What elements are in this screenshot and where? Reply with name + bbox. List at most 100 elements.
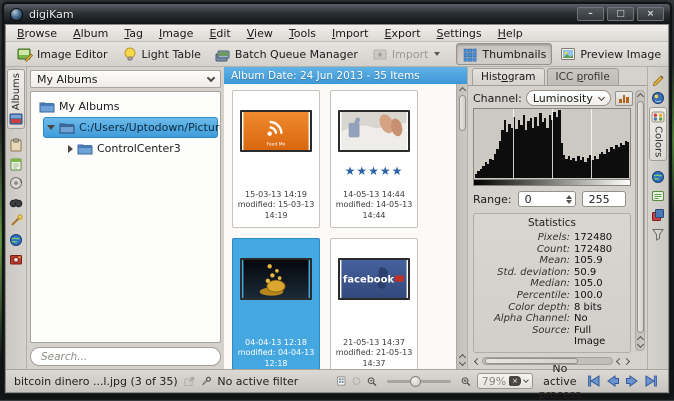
menu-edit[interactable]: Edit <box>202 26 237 41</box>
toolbar: Image Editor Light Table Batch Queue Man… <box>6 42 668 67</box>
scroll-left-icon[interactable] <box>615 358 622 365</box>
thumbnails-button[interactable]: Thumbnails <box>456 43 553 65</box>
scrollbar-thumb[interactable] <box>458 95 466 131</box>
right-panel-tabs: Histogram ICC profile <box>468 67 647 86</box>
menu-help[interactable]: Help <box>491 26 530 41</box>
maximize-button[interactable]: □ <box>607 7 634 21</box>
album-scrollbar[interactable] <box>456 84 467 369</box>
scroll-left-icon[interactable] <box>473 358 480 365</box>
menu-browse[interactable]: Browse <box>10 26 64 41</box>
channel-select[interactable]: Luminosity <box>525 90 611 106</box>
binoculars-icon[interactable] <box>9 195 23 209</box>
pencil-icon[interactable] <box>651 72 665 86</box>
collapsed-arrow-icon[interactable] <box>68 144 73 153</box>
folder-icon <box>39 102 55 113</box>
thumbnail-card-facebook[interactable]: facebook 21-05-13 14:37 modified: 21-05-… <box>330 238 418 369</box>
thumbnail-grid: Feed Me 15-03-13 14:19 modified: 15-03-1… <box>224 84 456 369</box>
thumbnail-card-rss[interactable]: Feed Me 15-03-13 14:19 modified: 15-03-1… <box>232 90 320 228</box>
luminosity-gradient-bar <box>473 180 631 187</box>
fit-window-icon[interactable] <box>352 375 361 387</box>
tab-histogram[interactable]: Histogram <box>472 68 545 86</box>
star-rating[interactable] <box>233 164 319 180</box>
star-rating[interactable] <box>233 312 319 328</box>
statistics-title: Statistics <box>528 217 576 230</box>
scroll-down-icon[interactable] <box>637 342 644 349</box>
menu-album[interactable]: Album <box>66 26 115 41</box>
versions-icon[interactable] <box>651 208 665 222</box>
star-rating[interactable]: ★★★★★ <box>331 164 417 180</box>
albums-tab-label: Albums <box>10 73 22 111</box>
globe-icon[interactable] <box>9 233 23 247</box>
zoom-slider-knob[interactable] <box>409 375 421 387</box>
search-input[interactable] <box>30 347 221 366</box>
scroll-up-icon[interactable] <box>637 92 644 99</box>
zoom-in-icon[interactable] <box>461 375 471 388</box>
menubar: Browse Album Tag Image Edit View Tools I… <box>6 25 668 42</box>
wand-icon[interactable] <box>9 214 23 228</box>
last-image-icon[interactable] <box>644 375 658 387</box>
album-view: Album Date: 24 Jun 2013 - 35 Items Feed … <box>224 67 468 369</box>
scroll-right-icon[interactable] <box>624 358 631 365</box>
calendar-icon[interactable] <box>9 157 23 171</box>
colors-tab-label: Colors <box>652 126 664 158</box>
import-button[interactable]: Import <box>366 43 447 65</box>
tree-item-my-albums[interactable]: My Albums <box>33 96 218 117</box>
range-max-spinbox[interactable]: 255 <box>581 191 626 208</box>
first-image-icon[interactable] <box>587 375 601 387</box>
titlebar[interactable]: digiKam – □ × <box>4 4 670 24</box>
zoom-slider[interactable] <box>386 375 452 387</box>
metadata-icon[interactable] <box>651 91 665 105</box>
menu-import[interactable]: Import <box>325 26 376 41</box>
menu-view[interactable]: View <box>240 26 280 41</box>
zoom-out-icon[interactable] <box>367 375 377 388</box>
close-button[interactable]: × <box>637 7 664 21</box>
right-panel-vscrollbar[interactable] <box>635 90 645 351</box>
light-table-button[interactable]: Light Table <box>116 43 207 65</box>
next-image-icon[interactable] <box>625 375 639 387</box>
tree-item-pictures[interactable]: C:/Users/Uptodown/Pictures <box>43 117 220 138</box>
thumbnails-icon <box>464 48 477 62</box>
minimize-button[interactable]: – <box>577 7 604 21</box>
star-rating[interactable] <box>331 312 417 328</box>
scrollbar-thumb[interactable] <box>485 358 578 364</box>
thumbnail-card-bitcoin-selected[interactable]: 04-04-13 12:18 modified: 04-04-13 12:18 <box>232 238 320 369</box>
selection-status: bitcoin dinero ...l.jpg (3 of 35) <box>14 374 178 388</box>
range-min-spinbox[interactable]: 0 <box>517 191 576 208</box>
scroll-down-icon[interactable] <box>459 360 466 367</box>
camera-icon[interactable] <box>9 252 23 266</box>
albums-panel-header[interactable]: My Albums <box>30 70 221 88</box>
menu-tools[interactable]: Tools <box>282 26 323 41</box>
share-icon[interactable] <box>184 375 195 388</box>
tab-colors[interactable]: Colors <box>649 107 667 162</box>
preview-image-button[interactable]: Preview Image <box>554 43 667 65</box>
scrollbar-thumb[interactable] <box>636 101 644 333</box>
menu-tag[interactable]: Tag <box>117 26 150 41</box>
expanded-arrow-icon[interactable] <box>47 125 55 130</box>
scroll-up-icon[interactable] <box>459 86 466 93</box>
clear-zoom-icon[interactable]: × <box>509 376 521 386</box>
log-scale-button[interactable] <box>614 90 633 106</box>
thumbnail-size-icon[interactable] <box>336 374 346 388</box>
filter-wrench-icon[interactable] <box>201 375 211 388</box>
caption-icon[interactable] <box>651 189 665 203</box>
clipboard-icon[interactable] <box>9 138 23 152</box>
tree-item-controlcenter3[interactable]: ControlCenter3 <box>65 138 218 159</box>
batch-queue-manager-button[interactable]: Batch Queue Manager <box>209 43 364 65</box>
spin-down-icon <box>565 199 572 204</box>
import-dropdown-caret <box>434 52 441 56</box>
tab-albums[interactable]: Albums <box>7 69 25 130</box>
menu-image[interactable]: Image <box>152 26 200 41</box>
filter-icon[interactable] <box>651 227 665 242</box>
thumbnail-card-feet[interactable]: ★★★★★ 14-05-13 14:44 modified: 14-05-13 … <box>330 90 418 228</box>
image-editor-icon <box>17 48 33 62</box>
image-editor-button[interactable]: Image Editor <box>11 43 114 65</box>
right-panel-hscrollbar[interactable] <box>473 357 631 365</box>
menu-export[interactable]: Export <box>378 26 428 41</box>
tab-icc-profile[interactable]: ICC profile <box>546 68 619 85</box>
histogram-display[interactable] <box>473 108 631 181</box>
previous-image-icon[interactable] <box>606 375 620 387</box>
globe-icon[interactable] <box>651 170 665 184</box>
menu-settings[interactable]: Settings <box>430 26 489 41</box>
disc-icon[interactable] <box>9 176 23 190</box>
zoom-percent-combo[interactable]: 79% × <box>476 373 533 389</box>
